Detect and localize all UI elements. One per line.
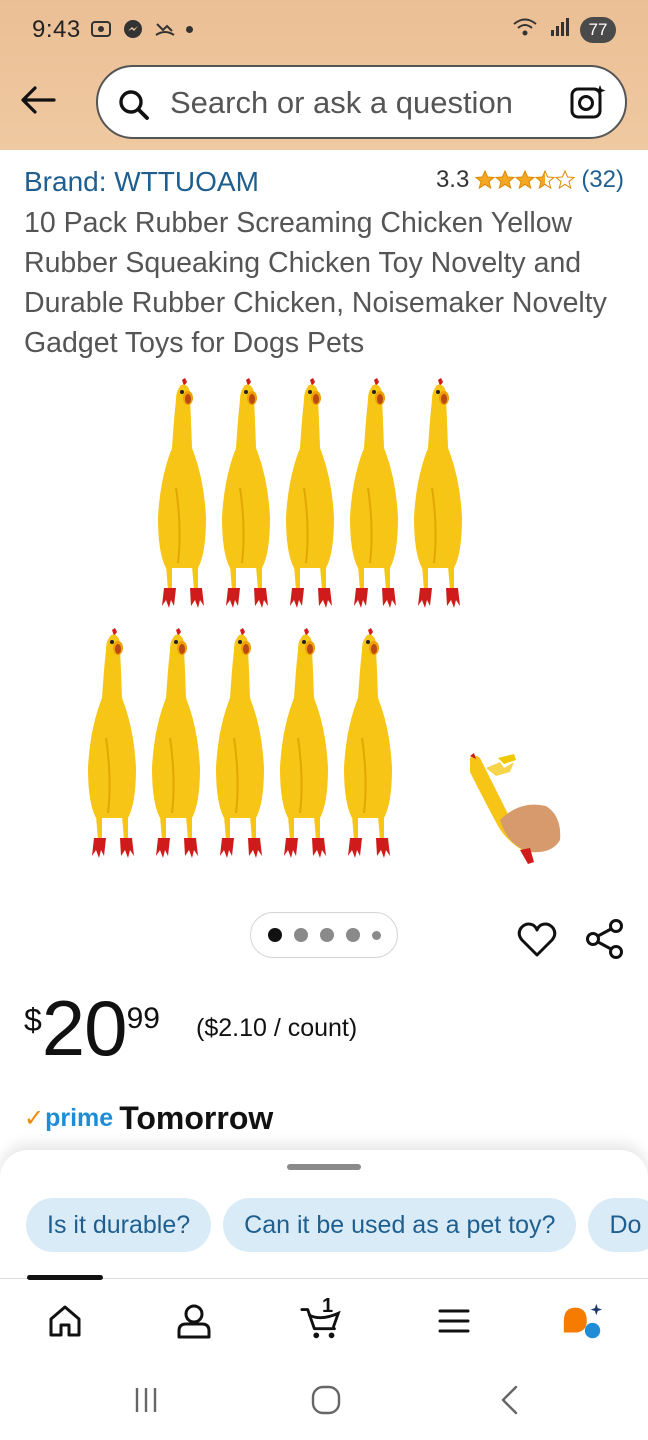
chicken-row-top <box>157 377 463 609</box>
price-symbol: $ <box>24 1002 42 1038</box>
status-time: 9:43 <box>32 16 81 43</box>
status-right-icons: 77 <box>512 16 616 43</box>
messenger-icon <box>122 18 144 40</box>
header: 9:43 77 Search or ask a question <box>0 0 648 150</box>
nav-home[interactable] <box>43 1299 87 1343</box>
system-navigation-bar <box>0 1362 648 1440</box>
product-title: 10 Pack Rubber Screaming Chicken Yellow … <box>24 207 607 359</box>
price: $ 20 99 <box>24 988 160 1068</box>
prime-label: prime <box>45 1104 114 1132</box>
rubber-chicken-image <box>87 377 561 864</box>
question-chip[interactable]: Can it be used as a pet toy? <box>223 1198 577 1252</box>
sheet-drag-handle[interactable] <box>287 1164 361 1170</box>
product-image[interactable] <box>0 370 648 890</box>
camera-search-icon[interactable] <box>569 84 607 122</box>
carousel-dot-2[interactable] <box>293 928 308 942</box>
price-whole: 20 <box>41 984 128 1072</box>
prime-delivery: ✓ prime Tomorrow <box>24 1100 273 1137</box>
carousel-dot-4[interactable] <box>345 928 360 942</box>
share-icon[interactable] <box>584 918 626 960</box>
system-back-button[interactable] <box>490 1382 530 1418</box>
home-circle-icon <box>311 1385 341 1415</box>
ask-questions-sheet[interactable]: Is it durable? Can it be used as a pet t… <box>0 1150 648 1280</box>
recent-apps-icon <box>135 1388 157 1412</box>
nav-account[interactable] <box>172 1299 216 1343</box>
unit-price: ($2.10 / count) <box>196 1014 358 1042</box>
suggested-questions: Is it durable? Can it be used as a pet t… <box>26 1198 648 1252</box>
search-input[interactable]: Search or ask a question <box>170 85 513 121</box>
search-bar[interactable]: Search or ask a question <box>96 65 627 139</box>
prime-check-icon: ✓ <box>24 1105 45 1132</box>
rufus-ai-icon <box>563 1303 603 1339</box>
delivery-date: Tomorrow <box>119 1100 274 1136</box>
search-icon <box>119 90 149 120</box>
rating-stars <box>475 170 576 190</box>
chevron-left-icon <box>501 1385 518 1415</box>
wishlist-heart-icon[interactable] <box>517 920 557 960</box>
carousel-dot-3[interactable] <box>319 928 334 942</box>
missed-call-icon <box>154 18 176 40</box>
rating-count: (32) <box>581 166 624 193</box>
brand-link[interactable]: Brand: WTTUOAM <box>24 166 259 198</box>
star-rating-icon <box>475 170 576 190</box>
signal-icon <box>548 16 570 43</box>
status-bar: 9:43 77 <box>0 0 648 60</box>
rating-summary[interactable]: 3.3 (32) <box>436 166 624 194</box>
status-notification-icons <box>90 18 193 40</box>
rating-value: 3.3 <box>435 166 470 193</box>
account-icon <box>177 1304 211 1339</box>
question-chip[interactable]: Is it durable? <box>26 1198 212 1252</box>
price-fraction: 99 <box>126 1002 160 1035</box>
home-button[interactable] <box>306 1382 346 1418</box>
recent-apps-button[interactable] <box>126 1382 166 1418</box>
image-carousel-indicator[interactable] <box>250 912 398 958</box>
prime-logo: ✓ prime <box>24 1104 113 1133</box>
squeezed-chicken-inset <box>470 753 561 864</box>
home-icon <box>49 1305 81 1337</box>
nav-menu[interactable] <box>432 1299 476 1343</box>
battery-indicator: 77 <box>580 16 616 43</box>
active-tab-indicator <box>27 1275 103 1280</box>
carousel-dot-1[interactable] <box>267 928 282 942</box>
chicken-row-bottom <box>87 627 393 859</box>
cart-count: 1 <box>322 1295 334 1317</box>
nav-cart[interactable]: 1 <box>300 1295 344 1343</box>
back-arrow-icon <box>21 86 56 114</box>
menu-icon <box>438 1309 470 1333</box>
back-button[interactable] <box>18 80 58 120</box>
bottom-navigation: 1 <box>0 1275 648 1362</box>
nav-rufus[interactable] <box>560 1299 604 1343</box>
carousel-dot-5[interactable] <box>371 930 381 940</box>
screenshot-icon <box>90 18 112 40</box>
wifi-icon <box>512 16 538 43</box>
more-notifications-dot <box>186 25 193 33</box>
question-chip[interactable]: Do <box>588 1198 648 1252</box>
